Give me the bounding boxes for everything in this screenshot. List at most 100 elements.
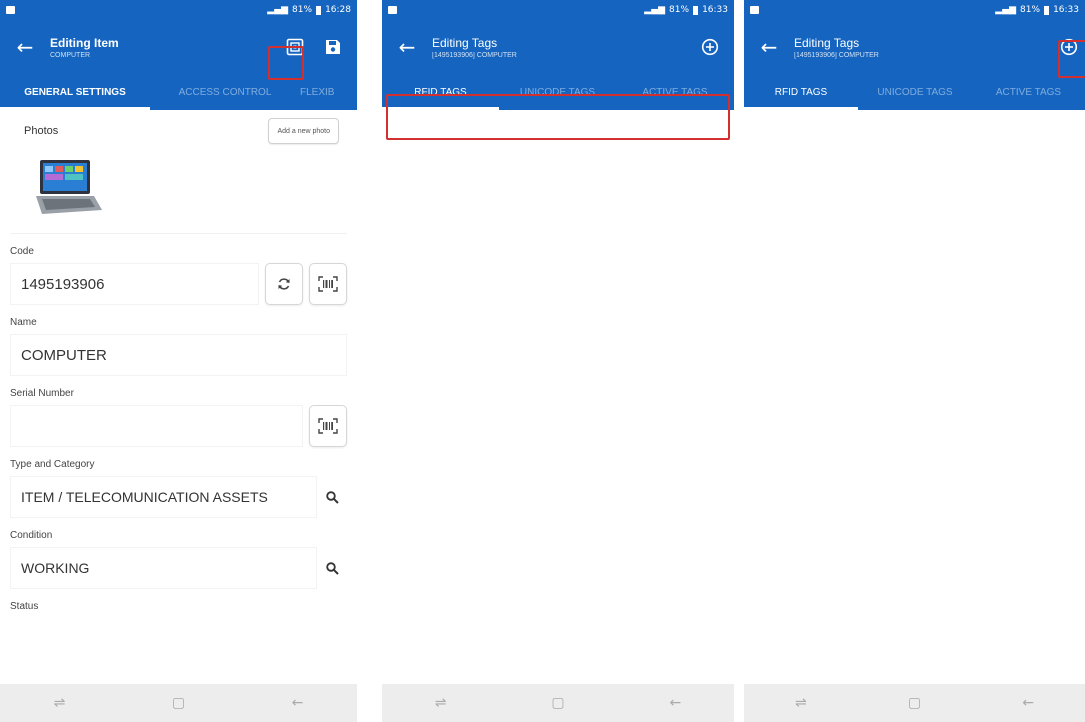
tab-active-tags[interactable]: ACTIVE TAGS: [972, 74, 1085, 110]
barcode-scan-icon: [318, 276, 338, 292]
battery-percent: 81%: [669, 5, 690, 15]
recent-apps-icon[interactable]: ⇌: [426, 693, 456, 713]
phone-screen-editing-tags: ▂▄▆ 81% 16:33 ← Editing Tags [1495193906…: [382, 0, 734, 722]
system-status: ▂▄▆ 81% 16:33: [995, 5, 1079, 15]
type-row: ITEM / TELECOMUNICATION ASSETS: [10, 476, 347, 518]
battery-icon: [316, 5, 322, 15]
android-nav-bar: ⇌ ▢ ←: [744, 684, 1085, 722]
clock: 16:28: [325, 5, 351, 15]
tab-bar: GENERAL SETTINGS ACCESS CONTROL FLEXIB: [0, 74, 357, 110]
system-status: ▂▄▆ 81% 16:28: [267, 5, 351, 15]
add-tag-button[interactable]: [698, 35, 722, 59]
scan-code-button[interactable]: [309, 263, 347, 305]
code-label: Code: [10, 246, 34, 257]
app-toolbar: ← Editing Tags [1495193906] COMPUTER: [382, 20, 734, 74]
back-arrow-icon[interactable]: ←: [382, 35, 432, 59]
tab-active-tags[interactable]: ACTIVE TAGS: [616, 74, 734, 110]
condition-field[interactable]: WORKING: [10, 547, 317, 589]
page-subtitle: [1495193906] COMPUTER: [794, 51, 879, 59]
clock: 16:33: [1053, 5, 1079, 15]
serial-label: Serial Number: [10, 388, 74, 399]
save-button[interactable]: [321, 35, 345, 59]
tab-unicode-tags[interactable]: UNICODE TAGS: [499, 74, 616, 110]
battery-percent: 81%: [292, 5, 313, 15]
tab-rfid-tags[interactable]: RFID TAGS: [382, 74, 499, 110]
page-title: Editing Item: [50, 35, 119, 50]
condition-row: WORKING: [10, 547, 347, 589]
edit-tags-button[interactable]: [283, 35, 307, 59]
back-arrow-icon[interactable]: ←: [744, 35, 794, 59]
name-row: COMPUTER: [10, 334, 347, 376]
laptop-photo[interactable]: [32, 158, 106, 218]
page-title: Editing Tags: [794, 35, 860, 50]
tab-flexible[interactable]: FLEXIB: [300, 74, 357, 110]
condition-label: Condition: [10, 530, 53, 541]
toolbar-titles: Editing Tags [1495193906] COMPUTER: [794, 36, 879, 59]
tab-unicode-tags[interactable]: UNICODE TAGS: [858, 74, 972, 110]
floppy-save-icon: [326, 40, 340, 54]
photos-card: Photos Add a new photo: [10, 110, 347, 234]
battery-icon: [1044, 5, 1050, 15]
serial-field[interactable]: [10, 405, 303, 447]
phone-screen-editing-tags-add: ▂▄▆ 81% 16:33 ← Editing Tags [1495193906…: [744, 0, 1085, 722]
clock: 16:33: [702, 5, 728, 15]
tab-bar: RFID TAGS UNICODE TAGS ACTIVE TAGS: [744, 74, 1085, 110]
refresh-icon: [278, 278, 290, 290]
app-toolbar: ← Editing Tags [1495193906] COMPUTER: [744, 20, 1085, 74]
code-row: 1495193906: [10, 263, 347, 305]
scan-serial-button[interactable]: [309, 405, 347, 447]
tag-box-icon: [286, 38, 304, 56]
tab-bar: RFID TAGS UNICODE TAGS ACTIVE TAGS: [382, 74, 734, 110]
android-nav-bar: ⇌ ▢ ←: [382, 684, 734, 722]
signal-icon: ▂▄▆: [995, 5, 1017, 15]
notification-icon: [388, 6, 397, 14]
back-nav-icon[interactable]: ←: [283, 693, 313, 713]
regenerate-code-button[interactable]: [265, 263, 303, 305]
page-title: Editing Tags: [432, 35, 498, 50]
page-subtitle: [1495193906] COMPUTER: [432, 51, 517, 59]
back-nav-icon[interactable]: ←: [1013, 693, 1043, 713]
item-form: Photos Add a new photo Code 1495193906 N…: [0, 110, 357, 612]
back-nav-icon[interactable]: ←: [660, 693, 690, 713]
signal-icon: ▂▄▆: [644, 5, 666, 15]
notification-icon: [750, 6, 759, 14]
home-icon[interactable]: ▢: [543, 693, 573, 713]
back-arrow-icon[interactable]: ←: [0, 35, 50, 59]
status-label: Status: [10, 601, 39, 612]
status-bar: ▂▄▆ 81% 16:33: [382, 0, 734, 20]
name-field[interactable]: COMPUTER: [10, 334, 347, 376]
type-search-button[interactable]: [317, 490, 347, 504]
photos-label: Photos: [24, 125, 59, 137]
recent-apps-icon[interactable]: ⇌: [45, 693, 75, 713]
tab-rfid-tags[interactable]: RFID TAGS: [744, 74, 858, 110]
recent-apps-icon[interactable]: ⇌: [786, 693, 816, 713]
phone-screen-editing-item: ▂▄▆ 81% 16:28 ← Editing Item COMPUTER GE…: [0, 0, 357, 722]
add-tag-button[interactable]: [1057, 35, 1081, 59]
toolbar-titles: Editing Item COMPUTER: [50, 36, 119, 59]
type-label: Type and Category: [10, 459, 95, 470]
code-field[interactable]: 1495193906: [10, 263, 259, 305]
notification-icon: [6, 6, 15, 14]
condition-search-button[interactable]: [317, 561, 347, 575]
tab-general-settings[interactable]: GENERAL SETTINGS: [0, 74, 150, 110]
battery-icon: [693, 5, 699, 15]
toolbar-titles: Editing Tags [1495193906] COMPUTER: [432, 36, 517, 59]
signal-icon: ▂▄▆: [267, 5, 289, 15]
serial-row: [10, 405, 347, 447]
android-nav-bar: ⇌ ▢ ←: [0, 684, 357, 722]
home-icon[interactable]: ▢: [899, 693, 929, 713]
name-label: Name: [10, 317, 37, 328]
plus-circle-icon: [701, 38, 719, 56]
system-status: ▂▄▆ 81% 16:33: [644, 5, 728, 15]
battery-percent: 81%: [1020, 5, 1041, 15]
add-photo-button[interactable]: Add a new photo: [268, 118, 339, 144]
plus-circle-icon: [1060, 38, 1078, 56]
barcode-scan-icon: [318, 418, 338, 434]
status-bar: ▂▄▆ 81% 16:33: [744, 0, 1085, 20]
status-bar: ▂▄▆ 81% 16:28: [0, 0, 357, 20]
home-icon[interactable]: ▢: [164, 693, 194, 713]
app-toolbar: ← Editing Item COMPUTER: [0, 20, 357, 74]
type-category-field[interactable]: ITEM / TELECOMUNICATION ASSETS: [10, 476, 317, 518]
tab-access-control[interactable]: ACCESS CONTROL: [150, 74, 300, 110]
page-subtitle: COMPUTER: [50, 51, 91, 59]
